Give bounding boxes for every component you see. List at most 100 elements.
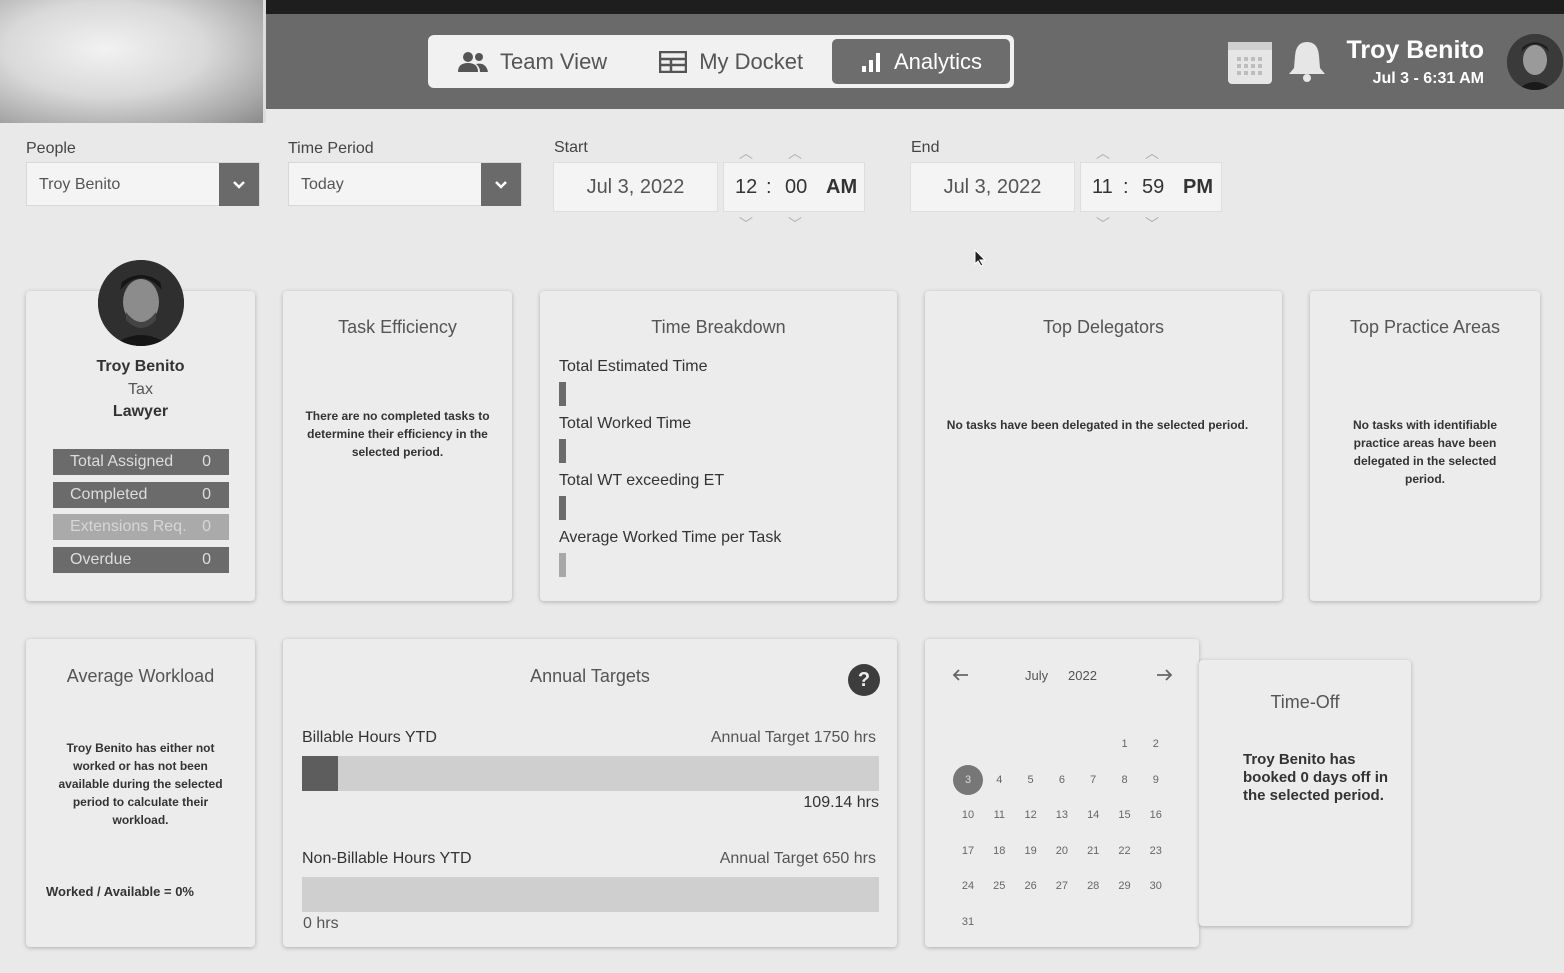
chevron-down-icon[interactable]: ﹀: [788, 214, 802, 234]
time-period-value: Today: [301, 176, 344, 193]
billable-label: Billable Hours YTD: [302, 729, 437, 746]
end-time-field[interactable]: 11 : 59 PM: [1080, 162, 1222, 212]
stat-label: Extensions Req.: [70, 518, 187, 535]
time-breakdown-card: Time Breakdown: [540, 291, 897, 601]
calendar-day[interactable]: 18: [984, 836, 1014, 866]
chevron-up-icon[interactable]: ︿: [739, 143, 753, 163]
stat-total-assigned[interactable]: Total Assigned 0: [53, 449, 229, 475]
start-hour[interactable]: 12: [735, 176, 757, 199]
stat-value: 0: [202, 453, 211, 470]
non-billable-label: Non-Billable Hours YTD: [302, 850, 472, 867]
logo[interactable]: [0, 0, 266, 123]
calendar-day[interactable]: 6: [1047, 765, 1077, 795]
calendar-day[interactable]: 8: [1110, 765, 1140, 795]
calendar-day[interactable]: 11: [984, 800, 1014, 830]
chevron-down-icon[interactable]: ﹀: [1145, 214, 1159, 234]
billable-target: Annual Target 1750 hrs: [710, 729, 876, 746]
time-separator: :: [1123, 176, 1129, 198]
calendar-day[interactable]: 21: [1078, 836, 1108, 866]
card-title: Top Practice Areas: [1349, 317, 1501, 337]
card-title: Time-Off: [1270, 692, 1340, 712]
time-period-select[interactable]: Today: [288, 162, 522, 206]
calendar-card: July 2022 1 2 3 4 5 6 7 8 9 10 11 12 13 14 15 16 17 18 19 2…: [925, 639, 1199, 947]
billable-progress-bar: [302, 756, 879, 791]
breakdown-label: Total Worked Time: [559, 415, 692, 432]
help-icon[interactable]: ?: [848, 664, 880, 696]
end-ampm[interactable]: PM: [1183, 176, 1213, 199]
arrow-right-icon[interactable]: [1155, 668, 1173, 682]
non-billable-target: Annual Target 650 hrs: [719, 850, 876, 867]
average-workload-card: Average Workload Troy Benito has either …: [26, 639, 255, 947]
arrow-left-icon[interactable]: [952, 668, 970, 682]
tab-analytics[interactable]: Analytics: [831, 39, 1010, 84]
calendar-month[interactable]: July: [1025, 668, 1048, 683]
stat-label: Completed: [70, 486, 148, 503]
calendar-icon[interactable]: [1228, 42, 1272, 84]
team-icon: [458, 51, 488, 72]
calendar-day[interactable]: 20: [1047, 836, 1077, 866]
calendar-day[interactable]: 15: [1110, 800, 1140, 830]
calendar-day[interactable]: 10: [953, 800, 983, 830]
stat-overdue[interactable]: Overdue 0: [53, 547, 229, 573]
calendar-day[interactable]: 26: [1016, 871, 1046, 901]
calendar-day[interactable]: 28: [1078, 871, 1108, 901]
user-avatar[interactable]: [1507, 34, 1563, 90]
workload-message: Troy Benito has either not worked or has…: [58, 741, 223, 827]
end-minute[interactable]: 59: [1142, 176, 1164, 199]
calendar-day[interactable]: 17: [953, 836, 983, 866]
start-minute[interactable]: 00: [785, 176, 807, 199]
start-ampm[interactable]: AM: [826, 176, 857, 199]
calendar-day[interactable]: 30: [1141, 871, 1171, 901]
empty-message: No tasks with identifiable practice area…: [1352, 418, 1498, 486]
calendar-day[interactable]: 2: [1141, 729, 1171, 759]
start-time-field[interactable]: 12 : 00 AM: [723, 162, 865, 212]
calendar-day[interactable]: 3: [953, 764, 983, 795]
stat-extensions-req[interactable]: Extensions Req. 0: [53, 514, 229, 540]
breakdown-bar: [559, 439, 566, 463]
task-efficiency-card: Task Efficiency There are no completed t…: [283, 291, 512, 601]
calendar-day[interactable]: 16: [1141, 800, 1171, 830]
calendar-day[interactable]: 22: [1110, 836, 1140, 866]
chevron-down-icon[interactable]: ﹀: [1096, 214, 1110, 234]
calendar-day[interactable]: 25: [984, 871, 1014, 901]
calendar-day[interactable]: 24: [953, 871, 983, 901]
main-nav: Team View My Docket Analytics: [428, 35, 1014, 88]
calendar-day[interactable]: 14: [1078, 800, 1108, 830]
breakdown-label: Average Worked Time per Task: [559, 529, 782, 546]
calendar-day[interactable]: 9: [1141, 765, 1171, 795]
calendar-day[interactable]: 23: [1141, 836, 1171, 866]
tab-team-view[interactable]: Team View: [432, 39, 633, 84]
end-date-field[interactable]: Jul 3, 2022: [910, 162, 1075, 212]
tab-my-docket[interactable]: My Docket: [633, 39, 829, 84]
stat-completed[interactable]: Completed 0: [53, 482, 229, 508]
calendar-day[interactable]: 4: [984, 765, 1014, 795]
calendar-day[interactable]: 5: [1016, 765, 1046, 795]
non-billable-progress-bar: [302, 877, 879, 912]
stat-value: 0: [202, 518, 211, 535]
chevron-up-icon[interactable]: ︿: [1096, 143, 1110, 163]
chevron-down-icon[interactable]: ﹀: [739, 214, 753, 234]
end-label: End: [911, 139, 940, 156]
time-separator: :: [766, 176, 772, 198]
calendar-day[interactable]: 13: [1047, 800, 1077, 830]
chevron-down-icon[interactable]: [481, 163, 521, 206]
people-value: Troy Benito: [39, 176, 121, 193]
end-hour[interactable]: 11: [1092, 176, 1113, 199]
calendar-day[interactable]: 29: [1110, 871, 1140, 901]
chevron-down-icon[interactable]: [219, 163, 259, 206]
calendar-day[interactable]: 12: [1016, 800, 1046, 830]
chevron-up-icon[interactable]: ︿: [1145, 143, 1159, 163]
chevron-up-icon[interactable]: ︿: [788, 143, 802, 163]
people-select[interactable]: Troy Benito: [26, 162, 260, 206]
calendar-year[interactable]: 2022: [1068, 668, 1097, 683]
calendar-day[interactable]: 1: [1110, 729, 1140, 759]
calendar-day[interactable]: 27: [1047, 871, 1077, 901]
bell-icon[interactable]: [1284, 38, 1330, 84]
start-date-field[interactable]: Jul 3, 2022: [553, 162, 718, 212]
calendar-day[interactable]: 31: [953, 907, 983, 937]
calendar-day[interactable]: 7: [1078, 765, 1108, 795]
time-period-label: Time Period: [288, 140, 374, 157]
workload-ratio: Worked / Available = 0%: [46, 884, 194, 899]
card-title: Annual Targets: [530, 666, 650, 686]
calendar-day[interactable]: 19: [1016, 836, 1046, 866]
